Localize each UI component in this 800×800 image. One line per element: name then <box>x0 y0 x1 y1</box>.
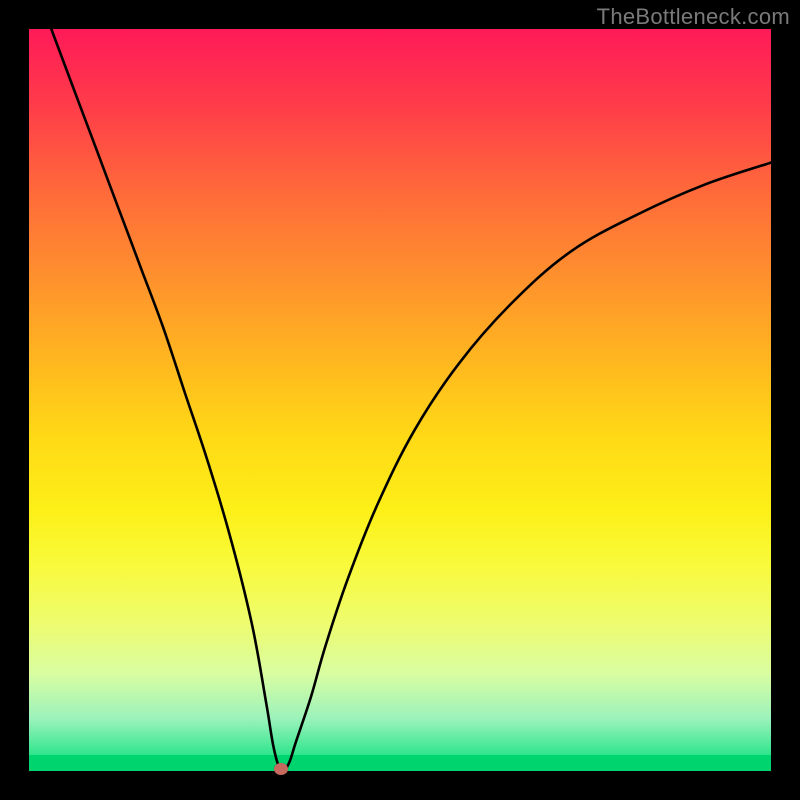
optimum-band <box>29 755 771 771</box>
watermark-text: TheBottleneck.com <box>597 4 790 30</box>
optimum-marker <box>274 763 288 775</box>
bottleneck-curve <box>29 29 771 771</box>
plot-area <box>29 29 771 771</box>
chart-container: TheBottleneck.com <box>0 0 800 800</box>
